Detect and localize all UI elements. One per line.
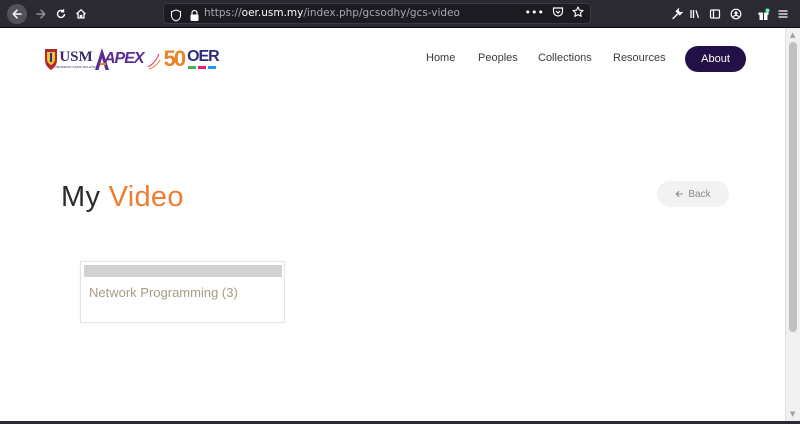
nav-home[interactable]: Home — [426, 52, 455, 64]
shield-icon[interactable] — [170, 7, 182, 22]
card-thumbnail — [84, 265, 282, 277]
bookmark-star-icon[interactable] — [572, 6, 584, 21]
gift-icon[interactable] — [754, 4, 772, 24]
url-text[interactable]: https://oer.usm.my/index.php/gcsodhy/gcs… — [204, 7, 460, 19]
about-button[interactable]: About — [685, 46, 746, 72]
back-button-label: Back — [688, 188, 711, 200]
nav-peoples[interactable]: Peoples — [478, 52, 518, 64]
account-icon[interactable] — [727, 4, 745, 24]
scrollbar-thumb[interactable] — [789, 42, 797, 332]
library-icon[interactable] — [686, 4, 704, 24]
url-bar[interactable]: https://oer.usm.my/index.php/gcsodhy/gcs… — [163, 3, 591, 24]
video-collection-card[interactable]: Network Programming (3) — [80, 261, 285, 323]
page-actions-icon[interactable]: ••• — [525, 6, 544, 21]
card-title[interactable]: Network Programming (3) — [89, 285, 238, 300]
main-nav: Home Peoples Collections Resources — [0, 52, 785, 68]
sidebar-icon[interactable] — [706, 4, 724, 24]
browser-toolbar: https://oer.usm.my/index.php/gcsodhy/gcs… — [0, 0, 800, 28]
page-scrollbar[interactable]: ▲ ▼ — [785, 28, 800, 421]
home-icon[interactable] — [71, 4, 91, 24]
scroll-up-icon[interactable]: ▲ — [790, 31, 795, 39]
forward-arrow-icon[interactable] — [31, 4, 51, 24]
lock-icon[interactable] — [189, 7, 200, 21]
nav-resources[interactable]: Resources — [613, 52, 666, 64]
page-title: My Video — [61, 181, 184, 213]
page-viewport: USM UNIVERSITI SAINS MALAYSIA APEX 50 OE… — [0, 28, 785, 421]
back-button[interactable]: Back — [657, 181, 729, 207]
menu-icon[interactable] — [774, 4, 792, 24]
wrench-icon[interactable] — [668, 4, 686, 24]
back-arrow-icon[interactable] — [7, 4, 27, 24]
pocket-icon[interactable] — [552, 6, 564, 21]
scroll-down-icon[interactable]: ▼ — [790, 410, 795, 418]
reload-icon[interactable] — [51, 4, 71, 24]
nav-collections[interactable]: Collections — [538, 52, 592, 64]
left-arrow-icon — [675, 190, 684, 198]
